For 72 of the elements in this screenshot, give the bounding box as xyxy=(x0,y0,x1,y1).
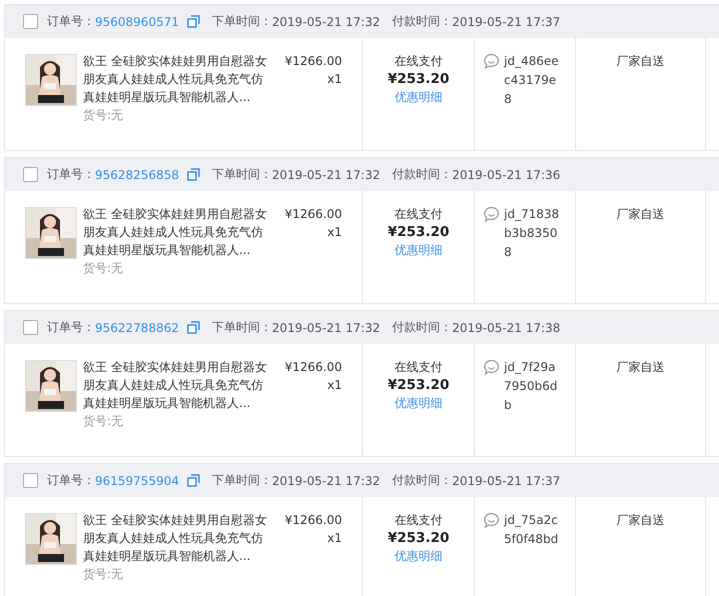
placed-time: 2019-05-21 17:32 xyxy=(272,320,380,334)
delivery-method: 厂家自送 xyxy=(616,53,664,70)
order-label: 订单号： xyxy=(47,472,95,489)
buyer-id: jd_75a2c5f0f48bd xyxy=(504,512,560,548)
paid-time-label: 付款时间： xyxy=(392,319,452,336)
unit-price: ¥1266.00 xyxy=(284,206,342,223)
placed-time-label: 下单时间： xyxy=(212,13,272,30)
paid-amount: ¥253.20 xyxy=(388,529,450,547)
chat-icon[interactable] xyxy=(483,359,500,376)
buyer-id: jd_486eec43179e8 xyxy=(504,53,560,108)
order-number-link[interactable]: 95622788862 xyxy=(95,320,179,334)
placed-time: 2019-05-21 17:32 xyxy=(272,14,380,28)
discount-details-link[interactable]: 优惠明细 xyxy=(394,547,442,565)
discount-details-link[interactable]: 优惠明细 xyxy=(394,394,442,412)
product-title[interactable]: 欲王 全硅胶实体娃娃男用自慰器女朋友真人娃娃成人性玩具免充气仿真娃娃明星版玩具智能机器人... xyxy=(83,358,269,412)
delivery-method: 厂家自送 xyxy=(616,359,664,376)
payment-method: 在线支付 xyxy=(394,512,442,529)
buyer-id: jd_7f29a7950b6db xyxy=(504,359,558,414)
copy-icon[interactable] xyxy=(186,321,200,334)
paid-time: 2019-05-21 17:37 xyxy=(452,474,560,488)
placed-time-label: 下单时间： xyxy=(212,472,272,489)
quantity: x1 xyxy=(327,224,342,241)
chat-icon[interactable] xyxy=(483,206,500,223)
order-label: 订单号： xyxy=(47,166,95,183)
order-number-link[interactable]: 95628256858 xyxy=(95,168,179,182)
product-title[interactable]: 欲王 全硅胶实体娃娃男用自慰器女朋友真人娃娃成人性玩具免充气仿真娃娃明星版玩具智能机器人... xyxy=(83,205,269,259)
paid-time: 2019-05-21 17:38 xyxy=(452,320,560,334)
copy-icon[interactable] xyxy=(186,15,200,28)
paid-amount: ¥253.20 xyxy=(388,223,450,241)
payment-method: 在线支付 xyxy=(394,359,442,376)
unit-price: ¥1266.00 xyxy=(284,512,342,529)
payment-method: 在线支付 xyxy=(394,53,442,70)
order-number-link[interactable]: 95608960571 xyxy=(95,14,179,28)
chat-icon[interactable] xyxy=(483,512,500,529)
product-title[interactable]: 欲王 全硅胶实体娃娃男用自慰器女朋友真人娃娃成人性玩具免充气仿真娃娃明星版玩具智能机器人... xyxy=(83,511,269,565)
sku-text: 货号:无 xyxy=(83,413,124,430)
order-label: 订单号： xyxy=(47,13,95,30)
copy-icon[interactable] xyxy=(186,168,200,181)
paid-time: 2019-05-21 17:37 xyxy=(452,14,560,28)
paid-time-label: 付款时间： xyxy=(392,13,452,30)
quantity: x1 xyxy=(327,71,342,88)
paid-amount: ¥253.20 xyxy=(388,376,450,394)
checkbox[interactable] xyxy=(23,167,38,182)
delivery-method: 厂家自送 xyxy=(616,512,664,529)
sku-text: 货号:无 xyxy=(83,566,124,583)
paid-time: 2019-05-21 17:36 xyxy=(452,168,560,182)
sku-text: 货号:无 xyxy=(83,260,124,277)
order-number-link[interactable]: 96159755904 xyxy=(95,474,179,488)
order-label: 订单号： xyxy=(47,319,95,336)
sku-text: 货号:无 xyxy=(83,107,124,124)
placed-time: 2019-05-21 17:32 xyxy=(272,474,380,488)
checkbox[interactable] xyxy=(23,14,38,29)
product-title[interactable]: 欲王 全硅胶实体娃娃男用自慰器女朋友真人娃娃成人性玩具免充气仿真娃娃明星版玩具智能机器人... xyxy=(83,52,269,106)
discount-details-link[interactable]: 优惠明细 xyxy=(394,88,442,106)
discount-details-link[interactable]: 优惠明细 xyxy=(394,241,442,259)
copy-icon[interactable] xyxy=(186,474,200,487)
paid-amount: ¥253.20 xyxy=(388,70,450,88)
unit-price: ¥1266.00 xyxy=(284,359,342,376)
quantity: x1 xyxy=(327,377,342,394)
paid-time-label: 付款时间： xyxy=(392,472,452,489)
quantity: x1 xyxy=(327,530,342,547)
unit-price: ¥1266.00 xyxy=(284,53,342,70)
chat-icon[interactable] xyxy=(483,53,500,70)
placed-time-label: 下单时间： xyxy=(212,319,272,336)
checkbox[interactable] xyxy=(23,320,38,335)
placed-time: 2019-05-21 17:32 xyxy=(272,168,380,182)
buyer-id: jd_71838b3b83508 xyxy=(504,206,560,261)
checkbox[interactable] xyxy=(23,473,38,488)
paid-time-label: 付款时间： xyxy=(392,166,452,183)
payment-method: 在线支付 xyxy=(394,206,442,223)
delivery-method: 厂家自送 xyxy=(616,206,664,223)
placed-time-label: 下单时间： xyxy=(212,166,272,183)
